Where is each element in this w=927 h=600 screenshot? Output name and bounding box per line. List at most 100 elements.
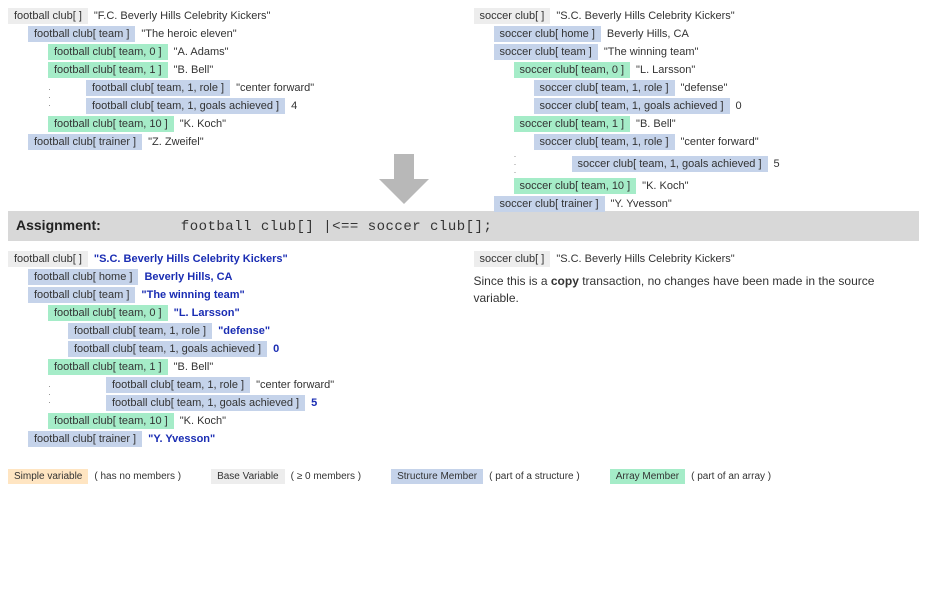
legend-swatch: Base Variable [211,469,285,484]
tree-row: soccer club[ home ] Beverly Hills, CA [494,26,920,42]
value-text: "center forward" [256,379,334,391]
legend-item-simple: Simple variable( has no members ) [8,469,181,484]
array-tag: football club[ team, 10 ] [48,116,174,132]
tree-row: soccer club[ team, 10 ]"K. Koch" [514,178,920,194]
value-text: "S.C. Beverly Hills Celebrity Kickers" [94,253,288,265]
assignment-bar: Assignment: football club[] |<== soccer … [8,211,919,241]
after-left-tree: football club[ ] "S.C. Beverly Hills Cele… [8,251,454,449]
value-text: "K. Koch" [180,118,226,130]
explanation-note: Since this is a copy transaction, no cha… [474,273,920,307]
tree-row: football club[ trainer ]"Y. Yvesson" [28,431,454,447]
tree-row: football club[ team, 10 ] "K. Koch" [48,413,454,429]
note-text: Since this is a [474,274,551,288]
struct-tag: soccer club[ team, 1, goals achieved ] [534,98,730,114]
tree-row: football club[ team, 1 ] "B. Bell" [48,62,454,78]
base-tag: football club[ ] [8,8,88,24]
array-tag: football club[ team, 1 ] [48,359,168,375]
value-text: 0 [736,100,742,112]
value-text: "B. Bell" [636,118,676,130]
struct-tag: football club[ team, 1, role ] [86,80,230,96]
legend-swatch: Array Member [610,469,685,484]
struct-tag: football club[ trainer ] [28,431,142,447]
struct-tag: soccer club[ team, 1, role ] [534,80,675,96]
array-tag: football club[ team, 10 ] [48,413,174,429]
tree-row: football club[ team, 1 ] "B. Bell" [48,359,454,375]
struct-tag: football club[ team, 1, goals achieved ] [86,98,285,114]
dots-indicator: ··· [48,85,86,109]
struct-tag: soccer club[ team ] [494,44,598,60]
tree-row: soccer club[ team, 0 ] "L. Larsson" [514,62,920,78]
value-text: "center forward" [236,82,314,94]
struct-tag: soccer club[ trainer ] [494,196,605,212]
tree-row: football club[ team, 10 ] "K. Koch" [48,116,454,132]
arrow-down-icon [374,154,434,204]
legend-desc: ( part of an array ) [691,471,771,482]
tree-row: soccer club[ ]"S.C. Beverly Hills Celebr… [474,251,920,267]
value-text: "The heroic eleven" [141,28,236,40]
value-text: "Z. Zweifel" [148,136,203,148]
dots-indicator: ··· [48,382,86,406]
tree-row: soccer club[ trainer ] "Y. Yvesson" [494,196,920,212]
tree-row: football club[ ] "S.C. Beverly Hills Cele… [8,251,454,267]
value-text: Beverly Hills, CA [607,28,689,40]
value-text: "F.C. Beverly Hills Celebrity Kickers" [94,10,271,22]
struct-tag: football club[ team, 1, goals achieved ] [68,341,267,357]
array-tag: soccer club[ team, 0 ] [514,62,631,78]
tree-row: football club[ home ] Beverly Hills, CA [28,269,454,285]
assignment-code: football club[] |<== soccer club[]; [181,219,493,235]
note-bold: copy [551,274,579,288]
tree-row: football club[ team, 0 ] "L. Larsson" [48,305,454,321]
value-text: "K. Koch" [642,180,688,192]
value-text: "A. Adams" [174,46,229,58]
struct-tag: football club[ team, 1, role ] [106,377,250,393]
struct-tag: soccer club[ team, 1, role ] [534,134,675,150]
value-text: "K. Koch" [180,415,226,427]
value-text: Beverly Hills, CA [144,271,232,283]
legend-swatch: Simple variable [8,469,88,484]
struct-tag: football club[ home ] [28,269,138,285]
legend: Simple variable( has no members ) Base V… [8,463,919,484]
tree-row: soccer club[ team, 1, role ]"center forw… [534,134,920,150]
array-tag: football club[ team, 0 ] [48,44,168,60]
tree-row: football club[ team, 0 ] "A. Adams" [48,44,454,60]
value-text: "B. Bell" [174,361,214,373]
tree-row-with-dots: ··· football club[ team, 1, role ] "center… [8,377,454,411]
tree-row: soccer club[ team, 1, goals achieved ] 0 [534,98,920,114]
tree-row: football club[ trainer ] "Z. Zweifel" [28,134,454,150]
value-text: "B. Bell" [174,64,214,76]
tree-row-with-dots: ···football club[ team, 1, role ] "center… [8,80,454,114]
after-right-pane: soccer club[ ]"S.C. Beverly Hills Celebr… [474,251,920,449]
tree-row: football club[ ] "F.C. Beverly Hills Cele… [8,8,454,24]
value-text: "S.C. Beverly Hills Celebrity Kickers" [556,10,734,22]
struct-tag: football club[ team ] [28,26,135,42]
struct-tag: soccer club[ home ] [494,26,601,42]
tree-row-with-dots: ···soccer club[ team, 1, goals achieved … [474,152,920,176]
tree-row: soccer club[ team ]"The winning team" [494,44,920,60]
legend-desc: ( part of a structure ) [489,471,580,482]
assignment-label: Assignment: [16,217,101,233]
tree-row: football club[ team ] "The heroic eleven" [28,26,454,42]
tree-row: football club[ team ]"The winning team" [28,287,454,303]
value-text: "defense" [681,82,728,94]
after-columns: football club[ ] "S.C. Beverly Hills Cele… [8,251,919,449]
struct-tag: football club[ team ] [28,287,135,303]
value-text: "defense" [218,325,270,337]
struct-tag: football club[ team, 1, goals achieved ] [106,395,305,411]
legend-swatch: Structure Member [391,469,483,484]
tree-row: football club[ team, 1, role ] "defense" [68,323,454,339]
array-tag: football club[ team, 1 ] [48,62,168,78]
value-text: "L. Larsson" [636,64,695,76]
value-text: "Y. Yvesson" [611,198,672,210]
value-text: 4 [291,100,297,112]
legend-item-base: Base Variable( ≥ 0 members ) [211,469,361,484]
value-text: 0 [273,343,279,355]
base-tag: football club[ ] [8,251,88,267]
before-right-tree: soccer club[ ]"S.C. Beverly Hills Celebr… [474,8,920,214]
struct-tag: soccer club[ team, 1, goals achieved ] [572,156,768,172]
tree-row: soccer club[ team, 1 ]"B. Bell" [514,116,920,132]
tree-row: football club[ team, 1, goals achieved ]… [68,341,454,357]
struct-tag: football club[ trainer ] [28,134,142,150]
array-tag: football club[ team, 0 ] [48,305,168,321]
value-text: "L. Larsson" [174,307,240,319]
struct-tag: football club[ team, 1, role ] [68,323,212,339]
